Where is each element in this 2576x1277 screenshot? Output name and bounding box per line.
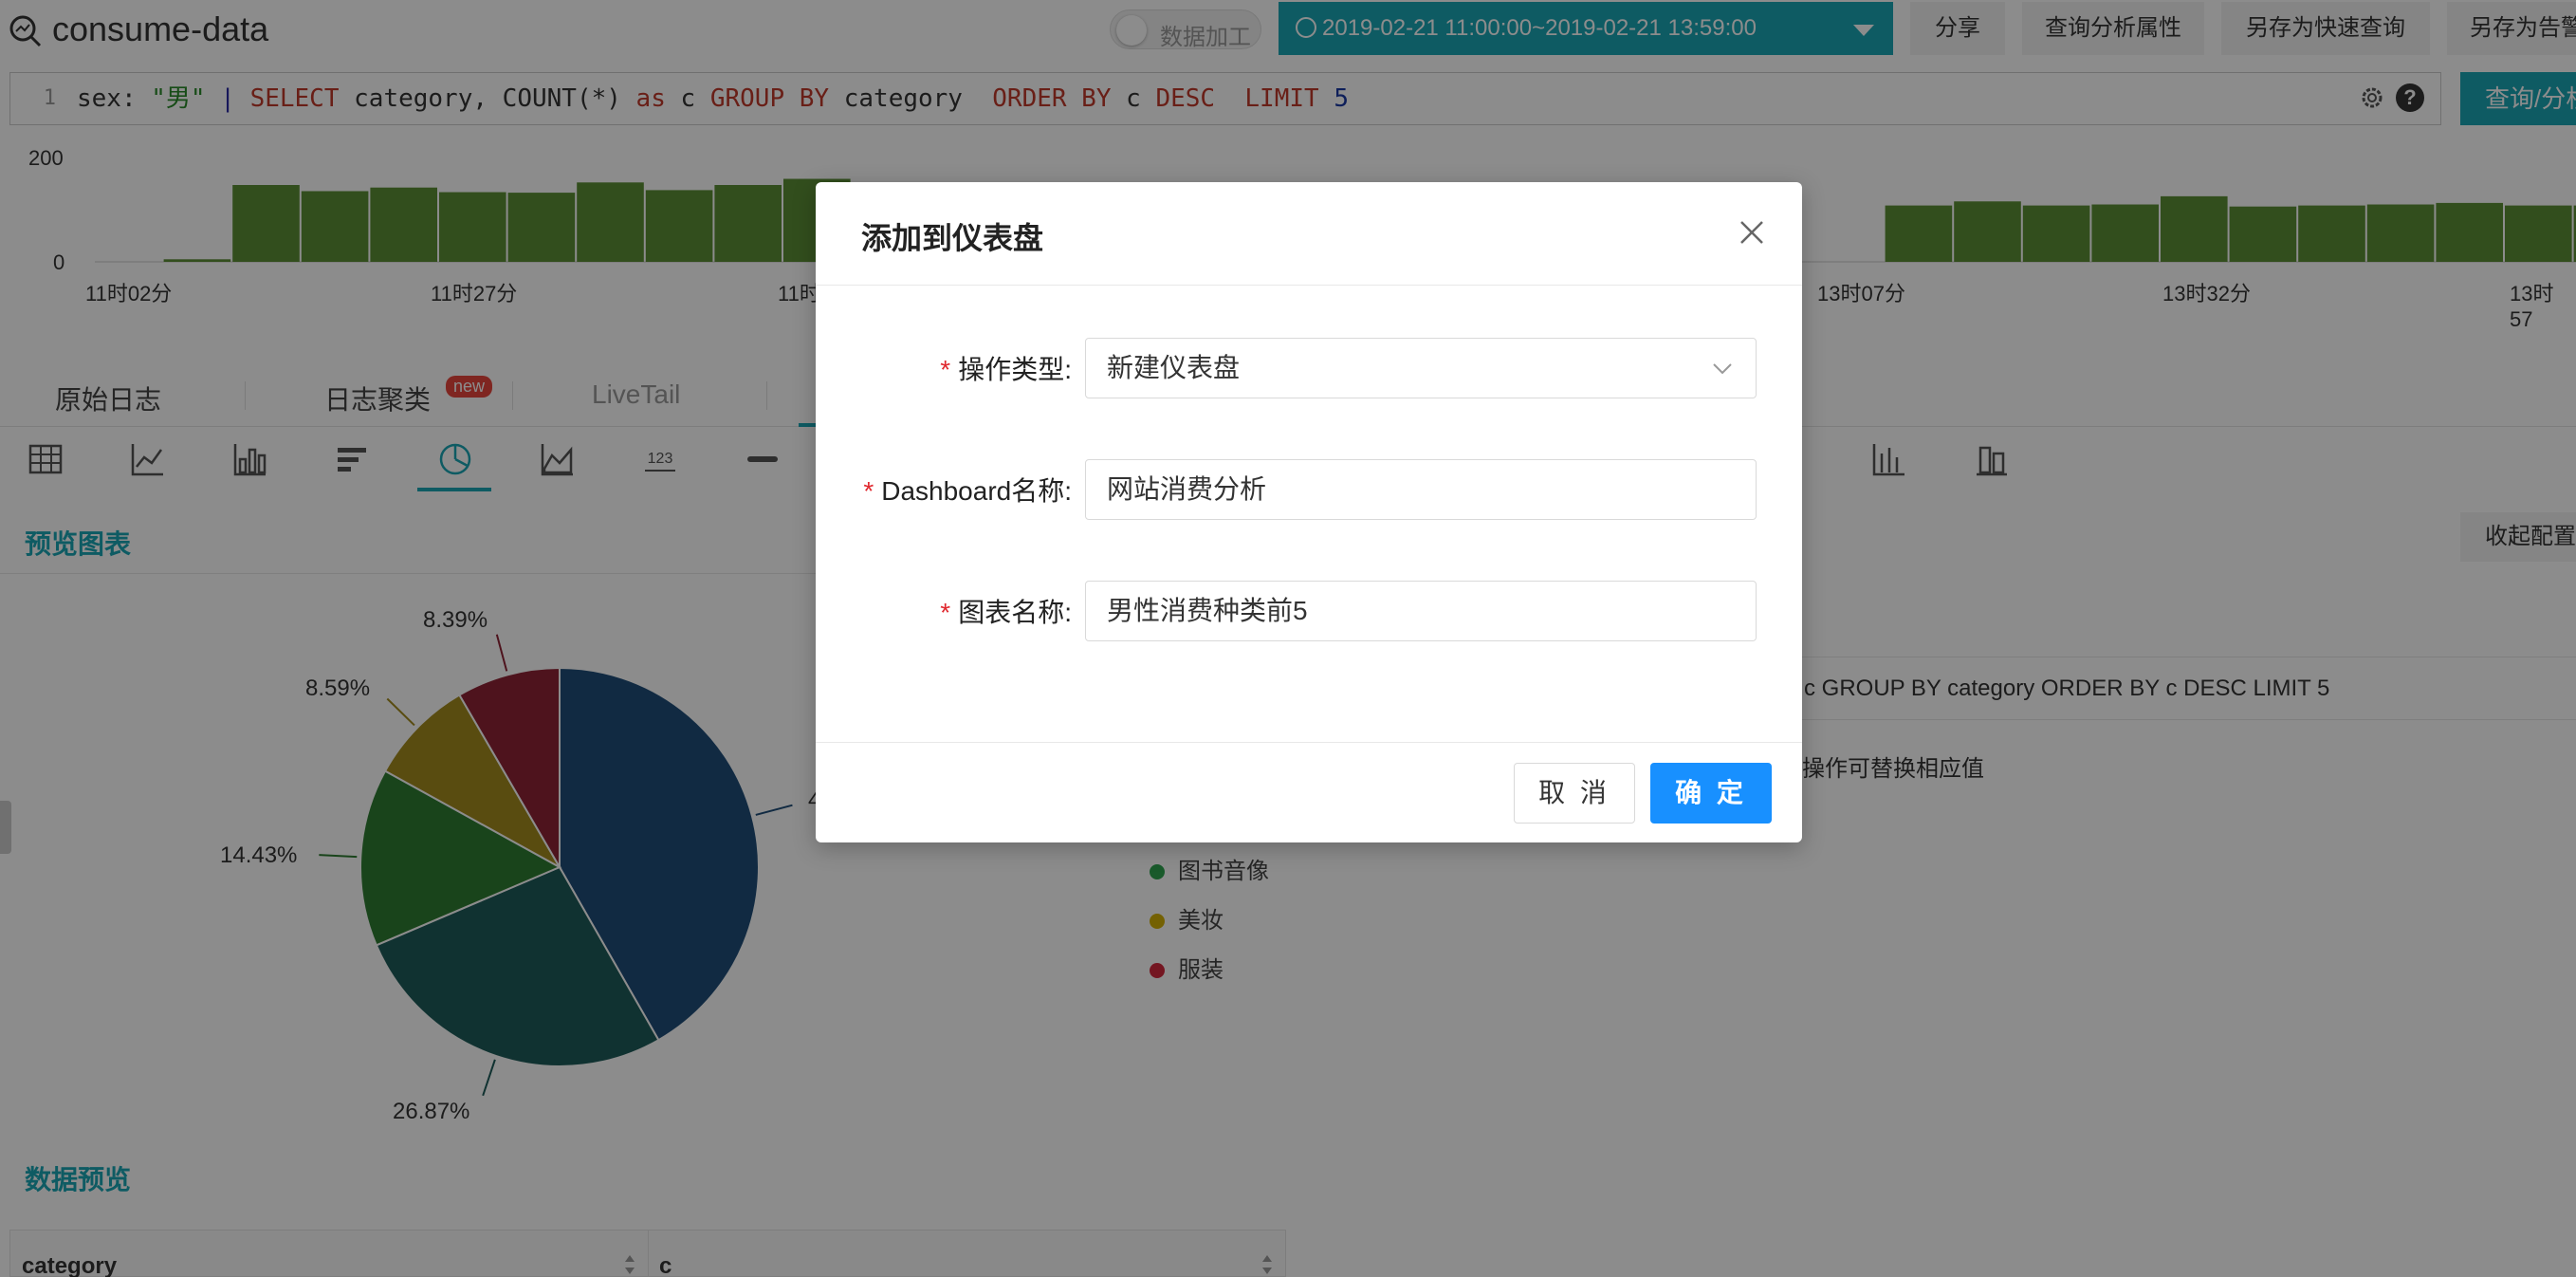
operation-type-label: * 操作类型: [940,355,1072,384]
chart-name-input[interactable]: 男性消费种类前5 [1085,581,1757,641]
chevron-down-icon [1713,363,1732,375]
dialog-title: 添加到仪表盘 [861,221,1044,255]
dialog-footer-divider [816,742,1802,743]
add-to-dashboard-dialog: 添加到仪表盘 * 操作类型: 新建仪表盘 * Dashboard名称: 网站消费分析… [816,182,1802,842]
dashboard-name-value: 网站消费分析 [1107,474,1267,504]
confirm-button[interactable]: 确 定 [1650,763,1772,824]
dashboard-name-label: * Dashboard名称: [863,476,1072,506]
cancel-button[interactable]: 取 消 [1514,763,1635,824]
operation-type-select[interactable]: 新建仪表盘 [1085,338,1757,398]
dialog-header-divider [816,285,1802,286]
close-icon[interactable] [1736,216,1768,249]
operation-type-value: 新建仪表盘 [1107,353,1241,382]
dashboard-name-input[interactable]: 网站消费分析 [1085,459,1757,520]
chart-name-label: * 图表名称: [940,598,1072,627]
chart-name-value: 男性消费种类前5 [1107,596,1308,625]
